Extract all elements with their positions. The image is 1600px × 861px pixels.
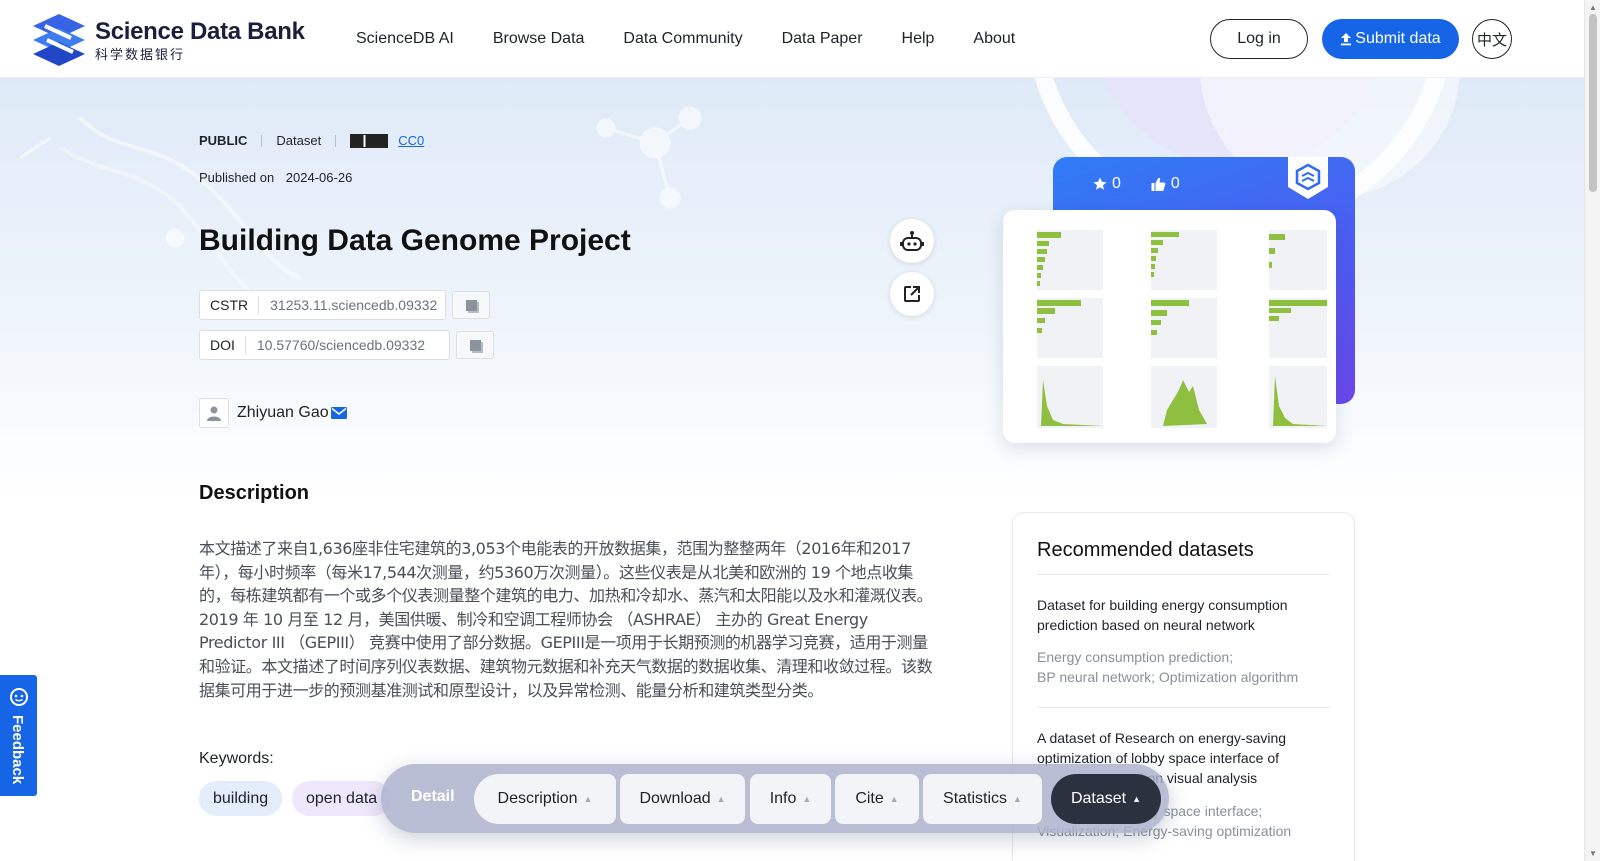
upload-icon — [1341, 33, 1352, 46]
share-icon — [904, 286, 920, 302]
star-icon — [1093, 177, 1107, 190]
scroll-down-arrow-icon[interactable]: ▼ — [1589, 849, 1597, 858]
share-button[interactable] — [890, 272, 934, 316]
copy-cstr-button[interactable] — [452, 291, 490, 319]
dataset-meta: PUBLIC Dataset CC0 — [199, 133, 424, 148]
chevron-up-icon: ▲ — [583, 794, 593, 804]
description-heading: Description — [199, 482, 310, 504]
page-title: Building Data Genome Project — [199, 224, 631, 257]
tab-download[interactable]: Download ▲ — [620, 774, 745, 824]
published-label: Published on — [199, 170, 275, 185]
tab-dataset[interactable]: Dataset ▲ — [1051, 774, 1161, 824]
chevron-up-icon: ▲ — [716, 794, 726, 804]
site-logo[interactable]: Science Data Bank 科学数据银行 — [31, 12, 305, 68]
visibility-badge: PUBLIC — [199, 133, 248, 148]
feedback-icon — [10, 688, 28, 706]
tab-cite[interactable]: Cite ▲ — [835, 774, 919, 824]
cstr-value: 31253.11.sciencedb.09332 — [270, 297, 438, 313]
chevron-up-icon: ▲ — [1132, 794, 1142, 804]
dataset-stats: 0 0 — [1093, 175, 1180, 193]
recommended-heading: Recommended datasets — [1037, 539, 1254, 561]
scrollbar-thumb[interactable] — [1589, 14, 1597, 192]
nav-sciencedb-ai[interactable]: ScienceDB AI — [356, 30, 454, 48]
page-scrollbar[interactable]: ▲ ▼ — [1584, 0, 1600, 861]
cstr-row: CSTR 31253.11.sciencedb.09332 — [199, 290, 490, 320]
nav-browse-data[interactable]: Browse Data — [493, 30, 585, 48]
star-count: 0 — [1112, 175, 1121, 192]
feedback-tab[interactable]: Feedback — [0, 675, 37, 796]
nav-help[interactable]: Help — [902, 30, 935, 48]
copy-doi-button[interactable] — [456, 331, 494, 359]
dataset-type: Dataset — [276, 133, 322, 148]
login-button[interactable]: Log in — [1210, 19, 1308, 59]
like-count: 0 — [1170, 175, 1180, 192]
chevron-up-icon: ▲ — [802, 794, 812, 804]
keyword-tag[interactable]: building — [199, 781, 283, 816]
like-stat[interactable]: 0 — [1151, 175, 1180, 193]
sciencedb-badge-icon — [1288, 157, 1328, 199]
submit-data-label: Submit data — [1355, 30, 1441, 47]
keyword-tag[interactable]: open data — [292, 781, 392, 816]
published-info: Published on 2024-06-26 — [199, 170, 352, 185]
recommended-keywords-line: Energy consumption prediction; — [1037, 649, 1234, 665]
ai-assistant-button[interactable] — [890, 219, 934, 263]
nav-about[interactable]: About — [973, 30, 1015, 48]
logo-mark-icon — [33, 14, 85, 66]
tab-label: Dataset — [1070, 790, 1127, 807]
divider — [1037, 574, 1330, 575]
top-header: Science Data Bank 科学数据银行 ScienceDB AI Br… — [0, 0, 1584, 78]
description-text: 本文描述了来自1,636座非住宅建筑的3,053个电能表的开放数据集，范围为整整… — [199, 539, 933, 700]
submit-data-button[interactable]: Submit data — [1322, 19, 1459, 59]
copy-icon — [465, 299, 477, 311]
keywords-label: Keywords: — [199, 750, 274, 767]
tab-label: Download — [639, 790, 711, 807]
feedback-label: Feedback — [9, 715, 26, 785]
tab-label: Statistics — [943, 790, 1008, 807]
main-nav: ScienceDB AI Browse Data Data Community … — [356, 30, 1054, 48]
chevron-up-icon: ▲ — [889, 794, 899, 804]
doi-row: DOI 10.57760/sciencedb.09332 — [199, 330, 494, 360]
mail-icon[interactable] — [330, 407, 347, 419]
copy-icon — [469, 339, 481, 351]
recommended-item-keywords: Energy consumption prediction; BP neural… — [1037, 647, 1331, 687]
nav-data-community[interactable]: Data Community — [623, 30, 742, 48]
divider — [335, 134, 337, 147]
author-row: Zhiyuan Gao — [199, 398, 347, 428]
recommended-item-title[interactable]: Dataset for building energy consumption … — [1037, 595, 1331, 635]
license-link[interactable]: CC0 — [398, 133, 424, 148]
doi-value: 10.57760/sciencedb.09332 — [256, 337, 426, 353]
logo-title: Science Data Bank — [95, 17, 305, 45]
divider — [1037, 707, 1330, 708]
tab-info[interactable]: Info ▲ — [750, 774, 831, 824]
tab-label: Info — [769, 790, 797, 807]
cstr-label: CSTR — [200, 296, 260, 314]
chevron-up-icon: ▲ — [1013, 794, 1022, 804]
nav-data-paper[interactable]: Data Paper — [782, 30, 863, 48]
logo-subtitle: 科学数据银行 — [95, 46, 186, 62]
tab-statistics[interactable]: Statistics ▲ — [923, 774, 1042, 824]
user-icon — [207, 406, 221, 421]
doi-label: DOI — [200, 336, 246, 354]
scroll-up-arrow-icon[interactable]: ▲ — [1589, 3, 1597, 12]
language-switch-button[interactable]: 中文 — [1472, 19, 1512, 59]
published-date: 2024-06-26 — [285, 170, 353, 185]
author-avatar — [199, 398, 229, 428]
dataset-preview-image[interactable] — [1003, 210, 1336, 443]
tab-label: Cite — [855, 790, 884, 807]
recommended-title-text: A dataset of Research on energy-saving o… — [1037, 730, 1287, 766]
preview-thumbnail-icon — [1037, 230, 1327, 428]
tab-label: Description — [497, 790, 578, 807]
thumbs-up-icon — [1151, 177, 1166, 191]
author-name[interactable]: Zhiyuan Gao — [237, 404, 329, 422]
divider — [261, 134, 263, 147]
tab-detail[interactable]: Detail — [411, 788, 455, 806]
tab-description[interactable]: Description ▲ — [474, 774, 616, 824]
recommended-keywords-line: BP neural network; Optimization algorith… — [1037, 669, 1299, 685]
public-domain-icon — [350, 133, 389, 148]
robot-icon — [900, 231, 924, 251]
star-stat[interactable]: 0 — [1093, 175, 1121, 193]
